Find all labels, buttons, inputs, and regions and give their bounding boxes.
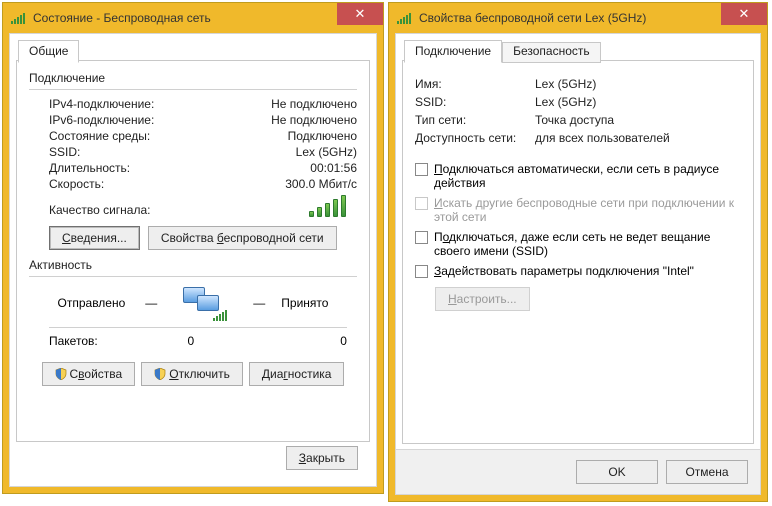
disconnect-button-label: Отключить bbox=[169, 367, 230, 381]
group-connection-header: Подключение bbox=[29, 71, 357, 87]
wireless-properties-button[interactable]: Свойства беспроводной сети bbox=[148, 226, 337, 250]
wifi-signal-icon bbox=[11, 12, 27, 24]
checkbox-icon bbox=[415, 231, 428, 244]
titlebar[interactable]: Свойства беспроводной сети Lex (5GHz) ✕ bbox=[389, 3, 767, 33]
name-label: Имя: bbox=[415, 77, 535, 91]
ssid-value: Lex (5GHz) bbox=[296, 145, 357, 159]
properties-button[interactable]: Свойства bbox=[42, 362, 136, 386]
activity-monitors-icon bbox=[173, 283, 233, 323]
window-title: Свойства беспроводной сети Lex (5GHz) bbox=[419, 11, 646, 25]
speed-label: Скорость: bbox=[49, 177, 104, 191]
checkbox-connect-hidden[interactable]: Подключаться, даже если сеть не ведет ве… bbox=[415, 227, 741, 261]
availability-label: Доступность сети: bbox=[415, 131, 535, 145]
checkbox-icon bbox=[415, 197, 428, 210]
close-dialog-button[interactable]: Закрыть bbox=[286, 446, 358, 470]
window-client: Общие Подключение IPv4-подключение: Не по… bbox=[9, 33, 377, 487]
ok-button[interactable]: OK bbox=[576, 460, 658, 484]
titlebar[interactable]: Состояние - Беспроводная сеть ✕ bbox=[3, 3, 383, 33]
packets-received-value: 0 bbox=[277, 334, 347, 348]
ipv6-label: IPv6-подключение: bbox=[49, 113, 154, 127]
received-label: Принято bbox=[281, 296, 328, 310]
packets-label: Пакетов: bbox=[49, 334, 98, 348]
close-button[interactable]: ✕ bbox=[337, 3, 383, 25]
sent-label: Отправлено bbox=[58, 296, 126, 310]
shield-icon bbox=[55, 368, 67, 380]
signal-quality-label: Качество сигнала: bbox=[49, 203, 150, 217]
checkbox-intel-params[interactable]: Задействовать параметры подключения "Int… bbox=[415, 261, 741, 281]
disconnect-button[interactable]: Отключить bbox=[141, 362, 243, 386]
wifi-signal-icon bbox=[397, 12, 413, 24]
packets-sent-value: 0 bbox=[124, 334, 194, 348]
ssid-value: Lex (5GHz) bbox=[535, 95, 596, 109]
tab-general[interactable]: Общие bbox=[18, 40, 79, 63]
dialog-footer: Закрыть bbox=[16, 438, 370, 480]
name-value: Lex (5GHz) bbox=[535, 77, 596, 91]
shield-icon bbox=[154, 368, 166, 380]
tab-panel-general: Подключение IPv4-подключение: Не подключе… bbox=[16, 60, 370, 442]
checkbox-icon bbox=[415, 163, 428, 176]
tabstrip: Подключение Безопасность bbox=[404, 40, 601, 63]
close-icon: ✕ bbox=[355, 6, 366, 22]
checkbox-intel-params-label: Задействовать параметры подключения "Int… bbox=[434, 264, 694, 278]
network-type-label: Тип сети: bbox=[415, 113, 535, 127]
properties-window: Свойства беспроводной сети Lex (5GHz) ✕ … bbox=[388, 2, 768, 502]
availability-value: для всех пользователей bbox=[535, 131, 670, 145]
details-button-label: Сведения... bbox=[62, 231, 127, 245]
diagnose-button-label: Диагностика bbox=[262, 367, 332, 381]
duration-value: 00:01:56 bbox=[310, 161, 357, 175]
ssid-label: SSID: bbox=[49, 145, 80, 159]
close-dialog-button-label: Закрыть bbox=[299, 451, 345, 465]
cancel-button[interactable]: Отмена bbox=[666, 460, 748, 484]
signal-quality-icon bbox=[309, 193, 357, 217]
checkbox-look-for-other-label: Искать другие беспроводные сети при подк… bbox=[434, 196, 741, 224]
checkbox-look-for-other: Искать другие беспроводные сети при подк… bbox=[415, 193, 741, 227]
close-icon: ✕ bbox=[739, 6, 750, 22]
media-value: Подключено bbox=[288, 129, 357, 143]
network-type-value: Точка доступа bbox=[535, 113, 614, 127]
ipv4-label: IPv4-подключение: bbox=[49, 97, 154, 111]
group-activity: Активность Отправлено — — Принято bbox=[29, 258, 357, 386]
group-activity-header: Активность bbox=[29, 258, 357, 274]
checkbox-auto-connect[interactable]: Подключаться автоматически, если сеть в … bbox=[415, 159, 741, 193]
diagnose-button[interactable]: Диагностика bbox=[249, 362, 345, 386]
speed-value: 300.0 Мбит/с bbox=[285, 177, 357, 191]
status-window: Состояние - Беспроводная сеть ✕ Общие По… bbox=[2, 2, 384, 494]
group-connection: Подключение IPv4-подключение: Не подключе… bbox=[29, 71, 357, 250]
checkbox-icon bbox=[415, 265, 428, 278]
wireless-properties-button-label: Свойства беспроводной сети bbox=[161, 231, 324, 245]
tab-security[interactable]: Безопасность bbox=[502, 42, 601, 63]
media-label: Состояние среды: bbox=[49, 129, 150, 143]
ipv6-value: Не подключено bbox=[271, 113, 357, 127]
tab-connection[interactable]: Подключение bbox=[404, 40, 502, 63]
details-button[interactable]: Сведения... bbox=[49, 226, 140, 250]
tab-panel-connection: Имя:Lex (5GHz) SSID:Lex (5GHz) Тип сети:… bbox=[402, 60, 754, 444]
configure-button-label: Настроить... bbox=[448, 292, 517, 306]
checkbox-connect-hidden-label: Подключаться, даже если сеть не ведет ве… bbox=[434, 230, 741, 258]
properties-button-label: Свойства bbox=[70, 367, 123, 381]
configure-button: Настроить... bbox=[435, 287, 530, 311]
window-client: Подключение Безопасность Имя:Lex (5GHz) … bbox=[395, 33, 761, 495]
duration-label: Длительность: bbox=[49, 161, 130, 175]
ipv4-value: Не подключено bbox=[271, 97, 357, 111]
tabstrip: Общие bbox=[18, 40, 79, 63]
ssid-label: SSID: bbox=[415, 95, 535, 109]
dialog-footer: OK Отмена bbox=[396, 449, 760, 494]
close-button[interactable]: ✕ bbox=[721, 3, 767, 25]
checkbox-auto-connect-label: Подключаться автоматически, если сеть в … bbox=[434, 162, 741, 190]
window-title: Состояние - Беспроводная сеть bbox=[33, 11, 211, 25]
